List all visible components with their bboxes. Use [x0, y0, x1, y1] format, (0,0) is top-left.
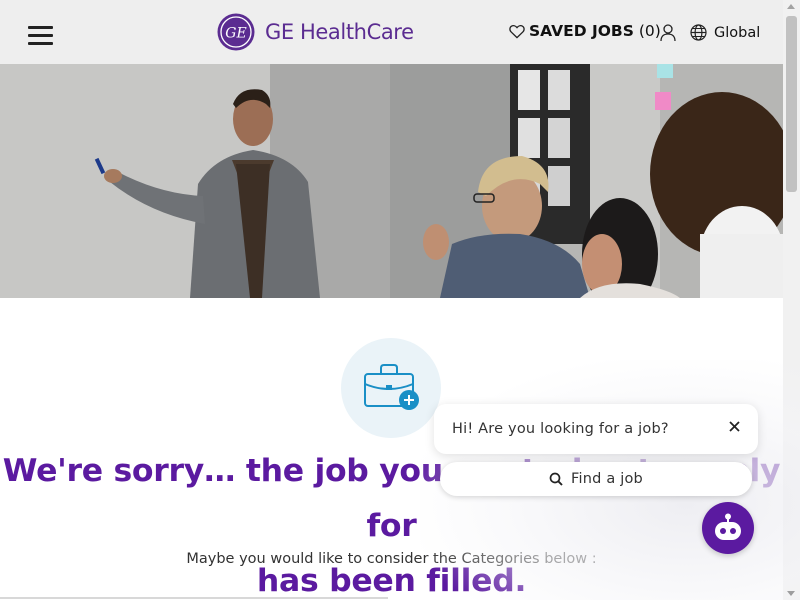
scroll-up-arrow-icon[interactable]	[787, 4, 795, 9]
brand-logo[interactable]: GE GE HealthCare	[217, 13, 414, 51]
chat-greeting-bubble: Hi! Are you looking for a job?	[434, 404, 758, 454]
hero-image	[0, 64, 783, 298]
find-a-job-button[interactable]: Find a job	[440, 462, 752, 496]
chatbot-launcher[interactable]	[702, 502, 754, 554]
briefcase-plus-icon	[364, 364, 419, 410]
close-icon[interactable]	[720, 412, 750, 442]
ge-monogram-logo: GE	[217, 13, 255, 51]
saved-jobs-label: SAVED JOBS	[529, 22, 634, 40]
scrollbar-thumb[interactable]	[786, 16, 797, 192]
find-a-job-label: Find a job	[571, 471, 643, 487]
section-divider	[0, 597, 388, 599]
svg-text:GE: GE	[225, 26, 246, 42]
chat-greeting-text: Hi! Are you looking for a job?	[452, 421, 669, 437]
saved-jobs-count: (0)	[638, 22, 661, 40]
logo-text: GE HealthCare	[265, 20, 414, 44]
chatbot-icon	[715, 513, 741, 540]
saved-jobs-link[interactable]: SAVED JOBS (0)	[509, 22, 661, 40]
search-icon	[549, 472, 563, 486]
region-label: Global	[714, 24, 761, 41]
heart-icon	[509, 24, 525, 39]
region-selector[interactable]: Global	[690, 24, 760, 41]
user-icon[interactable]	[660, 24, 676, 42]
site-header: GE GE HealthCare SAVED JOBS (0) Global	[0, 0, 783, 64]
hamburger-menu-icon[interactable]	[28, 26, 53, 46]
office-meeting-photo	[0, 64, 783, 298]
globe-icon	[690, 24, 707, 41]
